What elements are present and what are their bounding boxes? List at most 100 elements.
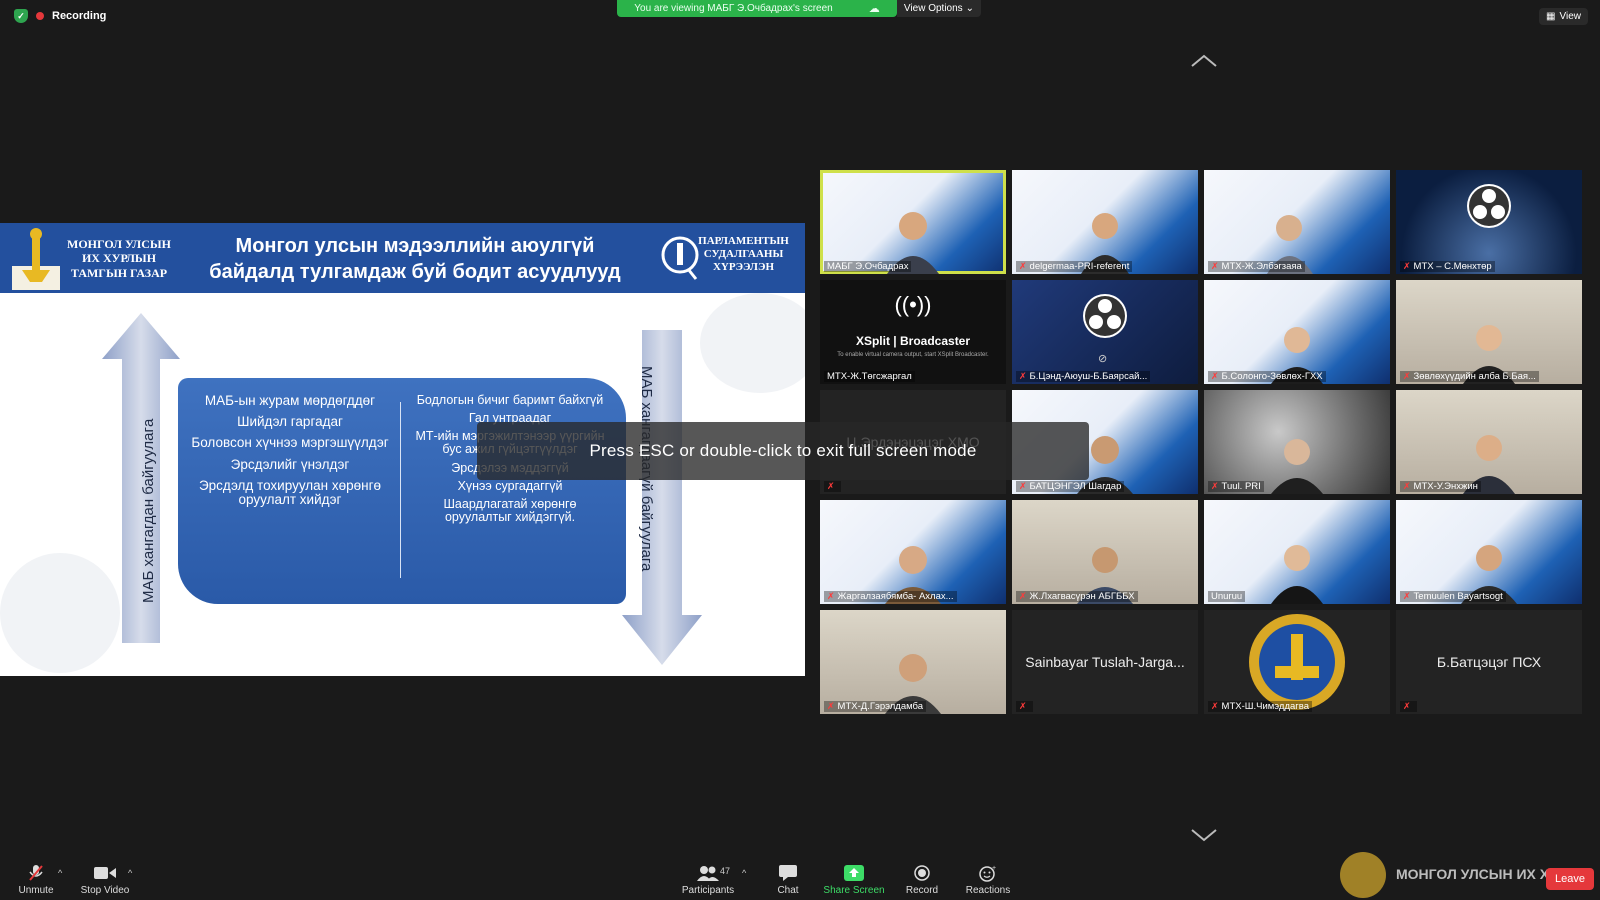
mic-off-icon: ✗	[1019, 701, 1027, 711]
mic-off-icon: ✗	[1403, 481, 1411, 491]
stop-video-button[interactable]: Stop Video	[80, 864, 130, 896]
mic-off-icon: ✗	[1211, 261, 1219, 271]
broadcast-icon: ((•))	[894, 292, 932, 317]
chat-label: Chat	[777, 885, 799, 896]
secured-org-column: МАБ-ын журам мөрдөгддөг Шийдэл гаргадаг …	[190, 393, 390, 514]
grid-icon: ▦	[1546, 11, 1556, 22]
participant-name: ✗ Б.Цэнд-Аюуш-Б.Баярсай...	[1016, 371, 1151, 382]
participant-tile[interactable]: ✗ Б.Солонго-Зөвлөх-ГХХ	[1204, 280, 1390, 384]
mic-off-icon: ✗	[827, 481, 835, 491]
recording-dot-icon	[36, 12, 44, 20]
mic-off-icon: ✗	[1019, 481, 1027, 491]
slide-title-line2: байдалд тулгамдаж буй бодит асуудлууд	[209, 261, 621, 283]
mic-off-icon: ✗	[1403, 261, 1411, 271]
participant-name: МТХ-Ж.Төгсжаргал	[824, 371, 915, 382]
participants-options-caret-icon[interactable]: ^	[742, 868, 746, 878]
participant-name: Unuruu	[1208, 591, 1246, 602]
participant-tile[interactable]: ✗ МТХ-Д.Гэрэлдамба	[820, 610, 1006, 714]
list-item: Эрсдэлийг үнэлдэг	[230, 456, 350, 472]
participant-name: ✗ Б.Солонго-Зөвлөх-ГХХ	[1208, 371, 1326, 382]
participant-tile[interactable]: ((•)) XSplit | Broadcaster To enable vir…	[820, 280, 1006, 384]
org-name-right: ПАРЛАМЕНТЫН СУДАЛГААНЫ ХҮРЭЭЛЭН	[698, 235, 789, 274]
state-emblem-icon	[1249, 614, 1345, 710]
participant-count: 47	[720, 866, 731, 876]
org-name-left: МОНГОЛ УЛСЫН ИХ ХУРЛЫН ТАМГЫН ГАЗАР	[67, 237, 171, 280]
participant-tile[interactable]: ✗ Жаргалзаябямба- Ахлах...	[820, 500, 1006, 604]
unmute-button[interactable]: Unmute	[18, 864, 54, 896]
participant-tile[interactable]: ✗ Temuulen Bayartsogt	[1396, 500, 1582, 604]
view-options-button[interactable]: View Options ⌄	[897, 0, 981, 17]
participant-name: ✗ МТХ-У.Энхжин	[1400, 481, 1481, 492]
participant-tile[interactable]: ✗ МТХ-Ш.Чимэддагва	[1204, 610, 1390, 714]
scroll-up-chevron-icon[interactable]	[1190, 52, 1218, 70]
participant-tile[interactable]: Sainbayar Tuslah-Jarga... ✗	[1012, 610, 1198, 714]
slide-header: МОНГОЛ УЛСЫН ИХ ХУРЛЫН ТАМГЫН ГАЗАР Монг…	[0, 223, 805, 293]
comparison-box: МАБ-ын журам мөрдөгддөг Шийдэл гаргадаг …	[178, 378, 626, 604]
chevron-down-icon: ⌄	[965, 3, 975, 14]
chat-button[interactable]: Chat	[770, 864, 806, 896]
unmute-label: Unmute	[18, 885, 54, 896]
participant-tile[interactable]: ✗ МТХ – С.Мөнхтөр	[1396, 170, 1582, 274]
reactions-label: Reactions	[965, 885, 1011, 896]
svg-text:+: +	[992, 865, 996, 872]
divider	[400, 402, 401, 578]
view-button[interactable]: ▦ View	[1539, 8, 1588, 25]
record-button[interactable]: Record	[902, 864, 942, 896]
camera-off-icon: ⊘	[1098, 353, 1108, 365]
participant-tile[interactable]: МАБГ Э.Очбадрах	[820, 170, 1006, 274]
cloud-icon: ☁	[868, 3, 880, 15]
video-camera-icon	[80, 864, 130, 882]
share-screen-button[interactable]: Share Screen	[822, 864, 886, 896]
xsplit-brand: XSplit | Broadcaster	[855, 334, 971, 348]
participant-tile[interactable]: ✗ Зөвлөхүүдийн алба Б.Бая...	[1396, 280, 1582, 384]
reactions-button[interactable]: + Reactions	[964, 864, 1012, 896]
share-screen-label: Share Screen	[823, 885, 885, 896]
mic-off-icon: ✗	[1211, 481, 1219, 491]
participant-tile[interactable]: ✗ МТХ-Ж.Элбэгзаяа	[1204, 170, 1390, 274]
audio-options-caret-icon[interactable]: ^	[58, 868, 62, 878]
slide-title: Монгол улсын мэдээллийн аюулгүй байдалд …	[180, 233, 650, 285]
leave-button[interactable]: Leave	[1546, 868, 1594, 890]
list-item: Бодлогын бичиг баримт байхгүй	[416, 393, 604, 407]
share-screen-icon	[822, 864, 886, 882]
participant-name: ✗ Ж.Лхагвасүрэн АБГББХ	[1016, 591, 1138, 602]
participant-tile[interactable]: ⊘ ✗ Б.Цэнд-Аюуш-Б.Баярсай...	[1012, 280, 1198, 384]
participant-name: ✗ БАТЦЭНГЭЛ Шагдар	[1016, 481, 1125, 492]
participant-tile[interactable]: Б.Батцэцэг ПСХ ✗	[1396, 610, 1582, 714]
participant-name: ✗ delgermaa-PRI-referent	[1016, 261, 1133, 272]
video-options-caret-icon[interactable]: ^	[128, 868, 132, 878]
mic-off-icon: ✗	[1403, 591, 1411, 601]
participant-tile[interactable]: ✗ Ж.Лхагвасүрэн АБГББХ	[1012, 500, 1198, 604]
participant-name: МАБГ Э.Очбадрах	[824, 261, 912, 272]
fullscreen-exit-hint: Press ESC or double-click to exit full s…	[477, 422, 1089, 480]
participant-big-name: Б.Батцэцэг ПСХ	[1436, 654, 1542, 670]
down-arrow-shape	[622, 330, 702, 665]
participant-video	[1271, 545, 1323, 604]
list-item: Боловсон хүчнээ мэргэшүүлдэг	[191, 435, 389, 451]
mic-off-icon: ✗	[1211, 371, 1219, 381]
participants-label: Participants	[681, 885, 735, 896]
participant-tile[interactable]: ✗ МТХ-У.Энхжин	[1396, 390, 1582, 494]
mic-muted-icon	[18, 864, 54, 882]
mic-off-icon: ✗	[827, 591, 835, 601]
mic-off-icon: ✗	[827, 701, 835, 711]
participant-tile[interactable]: Unuruu	[1204, 500, 1390, 604]
participant-name: ✗ Tuul. PRI	[1208, 481, 1264, 492]
smiley-plus-icon: +	[964, 864, 1012, 882]
participant-tile[interactable]: ✗ Tuul. PRI	[1204, 390, 1390, 494]
mic-off-icon: ✗	[1019, 261, 1027, 271]
record-label: Record	[905, 885, 939, 896]
zoom-window: ✓ Recording You are viewing МАБГ Э.Очбад…	[0, 0, 1600, 900]
parliament-research-logo-icon	[661, 236, 699, 280]
chat-bubble-icon	[770, 864, 806, 882]
arrow-up-label: МАБ хангагдан байгуулагa	[140, 418, 157, 603]
mic-off-icon: ✗	[1019, 591, 1027, 601]
mic-off-icon: ✗	[1403, 701, 1411, 711]
list-item: Шийдэл гаргадаг	[237, 414, 343, 430]
parliament-emblem-icon	[1340, 852, 1386, 898]
soyombo-emblem-icon	[12, 228, 60, 290]
shield-icon: ✓	[14, 9, 28, 23]
viewing-label: You are viewing МАБГ Э.Очбадрах's screen	[634, 3, 833, 14]
scroll-down-chevron-icon[interactable]	[1190, 826, 1218, 844]
participant-tile[interactable]: ✗ delgermaa-PRI-referent	[1012, 170, 1198, 274]
